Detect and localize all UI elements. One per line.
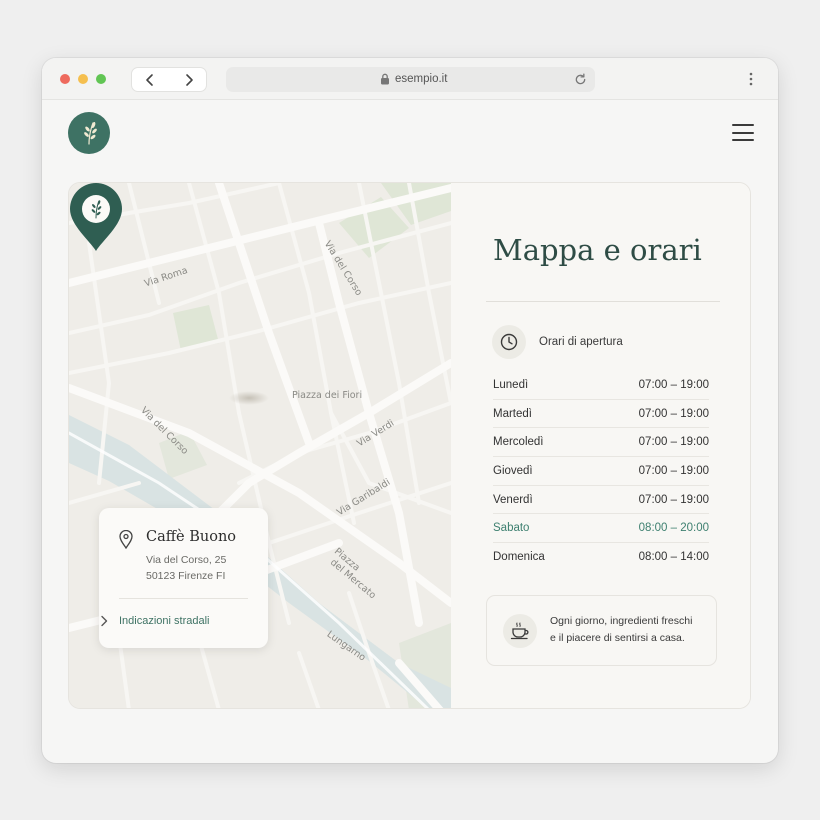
hamburger-menu-icon[interactable] bbox=[732, 124, 754, 142]
kebab-menu-icon[interactable] bbox=[748, 71, 754, 87]
time-range: 07:00 – 19:00 bbox=[638, 436, 709, 449]
hours-row-saturday: Sabato 08:00 – 20:00 bbox=[493, 514, 709, 544]
hours-row-wednesday: Mercoledì 07:00 – 19:00 bbox=[493, 428, 709, 458]
coffee-cup-icon bbox=[510, 622, 529, 640]
location-pin-icon bbox=[119, 530, 133, 549]
close-window-button[interactable] bbox=[60, 74, 70, 84]
day-label: Lunedì bbox=[493, 379, 529, 391]
note-text-line: e il piacere di sentirsi a casa. bbox=[550, 632, 685, 644]
map-hours-card: Via Roma Via del Corso Piazza dei Fiori … bbox=[68, 182, 751, 709]
page-title: Mappa e orari bbox=[493, 233, 702, 267]
lock-icon bbox=[381, 73, 389, 85]
divider bbox=[119, 598, 248, 599]
clock-icon bbox=[500, 333, 518, 351]
day-label: Giovedì bbox=[493, 465, 533, 478]
browser-window: esempio.it Via Roma Via del Corso Piazza… bbox=[42, 58, 778, 763]
place-city: 50123 Firenze FI bbox=[146, 570, 226, 582]
map-pin-icon[interactable] bbox=[69, 183, 123, 253]
chevron-right-icon[interactable] bbox=[99, 615, 109, 627]
url-text: esempio.it bbox=[395, 73, 448, 85]
day-label: Martedì bbox=[493, 407, 532, 420]
address-bar[interactable]: esempio.it bbox=[226, 67, 595, 92]
minimize-window-button[interactable] bbox=[78, 74, 88, 84]
hours-row-thursday: Giovedì 07:00 – 19:00 bbox=[493, 457, 709, 486]
reload-icon[interactable] bbox=[574, 73, 587, 86]
day-label: Domenica bbox=[493, 551, 545, 564]
browser-toolbar: esempio.it bbox=[42, 58, 778, 100]
note-text-line: Ogni giorno, ingredienti freschi bbox=[550, 615, 693, 627]
maximize-window-button[interactable] bbox=[96, 74, 106, 84]
hours-panel: Mappa e orari Orari di apertura Lunedì 0… bbox=[451, 183, 750, 708]
note-card: Ogni giorno, ingredienti freschi e il pi… bbox=[486, 595, 717, 666]
place-street: Via del Corso, 25 bbox=[146, 554, 227, 566]
hours-row-friday: Venerdì 07:00 – 19:00 bbox=[493, 486, 709, 515]
place-name: Caffè Buono bbox=[146, 529, 237, 545]
hours-row-monday: Lunedì 07:00 – 19:00 bbox=[493, 371, 709, 400]
divider bbox=[486, 301, 720, 302]
time-range: 07:00 – 19:00 bbox=[638, 407, 709, 420]
time-range: 07:00 – 19:00 bbox=[638, 465, 709, 478]
time-range: 07:00 – 19:00 bbox=[638, 493, 709, 506]
time-range: 07:00 – 19:00 bbox=[638, 379, 709, 391]
olive-branch-icon bbox=[84, 121, 97, 145]
cup-badge bbox=[503, 614, 537, 648]
hours-row-tuesday: Martedì 07:00 – 19:00 bbox=[493, 400, 709, 429]
hours-list: Lunedì 07:00 – 19:00 Martedì 07:00 – 19:… bbox=[493, 371, 709, 572]
time-range: 08:00 – 20:00 bbox=[638, 522, 709, 535]
navigation-buttons bbox=[131, 67, 207, 92]
hours-title: Orari di apertura bbox=[539, 336, 623, 348]
place-info-card: Caffè Buono Via del Corso, 25 50123 Fire… bbox=[99, 508, 268, 648]
map-view[interactable]: Via Roma Via del Corso Piazza dei Fiori … bbox=[69, 183, 451, 708]
chevron-right-icon[interactable] bbox=[182, 73, 196, 87]
clock-badge bbox=[492, 325, 526, 359]
chevron-left-icon[interactable] bbox=[143, 73, 157, 87]
day-label: Venerdì bbox=[493, 493, 533, 506]
directions-link[interactable]: Indicazioni stradali bbox=[119, 615, 210, 627]
map-label: Piazza dei Fiori bbox=[292, 390, 363, 401]
time-range: 08:00 – 14:00 bbox=[638, 551, 709, 564]
day-label: Sabato bbox=[493, 522, 530, 535]
pin-shadow bbox=[229, 391, 269, 405]
brand-logo[interactable] bbox=[68, 112, 110, 154]
hours-row-sunday: Domenica 08:00 – 14:00 bbox=[493, 543, 709, 572]
day-label: Mercoledì bbox=[493, 436, 544, 449]
